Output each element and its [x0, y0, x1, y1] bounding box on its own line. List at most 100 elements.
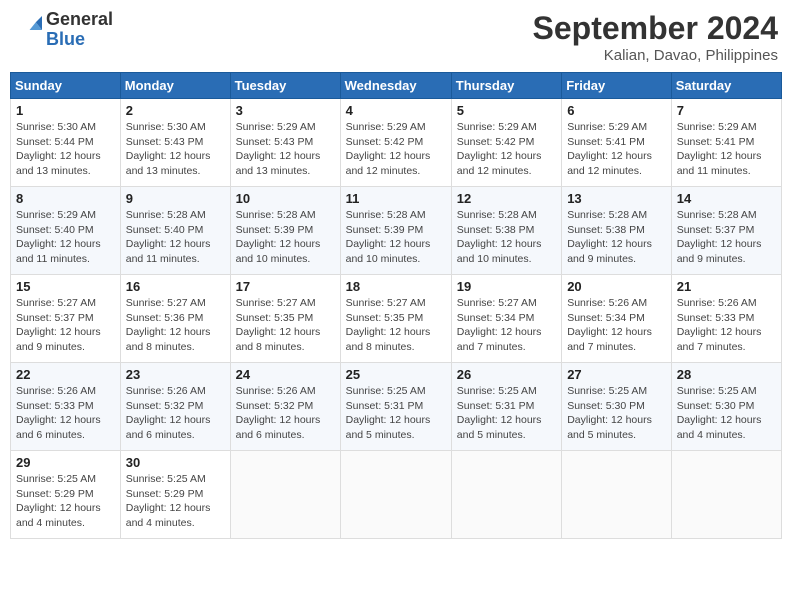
calendar-cell: 26 Sunrise: 5:25 AM Sunset: 5:31 PM Dayli… [451, 363, 561, 451]
calendar-cell: 12 Sunrise: 5:28 AM Sunset: 5:38 PM Dayli… [451, 187, 561, 275]
day-info: Sunrise: 5:26 AM Sunset: 5:32 PM Dayligh… [126, 384, 225, 443]
day-number: 11 [346, 191, 446, 206]
day-number: 10 [236, 191, 335, 206]
calendar-cell: 25 Sunrise: 5:25 AM Sunset: 5:31 PM Dayli… [340, 363, 451, 451]
calendar-cell [451, 451, 561, 539]
day-info: Sunrise: 5:25 AM Sunset: 5:29 PM Dayligh… [16, 472, 115, 531]
calendar-cell: 21 Sunrise: 5:26 AM Sunset: 5:33 PM Dayli… [671, 275, 781, 363]
day-info: Sunrise: 5:29 AM Sunset: 5:42 PM Dayligh… [457, 120, 556, 179]
calendar-cell: 30 Sunrise: 5:25 AM Sunset: 5:29 PM Dayli… [120, 451, 230, 539]
day-number: 30 [126, 455, 225, 470]
weekday-header: Tuesday [230, 73, 340, 99]
week-row: 15 Sunrise: 5:27 AM Sunset: 5:37 PM Dayli… [11, 275, 782, 363]
location: Kalian, Davao, Philippines [533, 47, 778, 64]
day-info: Sunrise: 5:27 AM Sunset: 5:35 PM Dayligh… [236, 296, 335, 355]
day-number: 4 [346, 103, 446, 118]
day-number: 26 [457, 367, 556, 382]
week-row: 22 Sunrise: 5:26 AM Sunset: 5:33 PM Dayli… [11, 363, 782, 451]
day-number: 5 [457, 103, 556, 118]
day-number: 6 [567, 103, 666, 118]
calendar-table: SundayMondayTuesdayWednesdayThursdayFrid… [10, 72, 782, 539]
day-info: Sunrise: 5:27 AM Sunset: 5:37 PM Dayligh… [16, 296, 115, 355]
calendar-cell: 9 Sunrise: 5:28 AM Sunset: 5:40 PM Daylig… [120, 187, 230, 275]
day-number: 17 [236, 279, 335, 294]
day-info: Sunrise: 5:27 AM Sunset: 5:36 PM Dayligh… [126, 296, 225, 355]
calendar-cell: 19Sunrise: 5:27 AM Sunset: 5:34 PM Dayli… [451, 275, 561, 363]
logo: General Blue [14, 10, 113, 50]
day-info: Sunrise: 5:29 AM Sunset: 5:41 PM Dayligh… [567, 120, 666, 179]
day-info: Sunrise: 5:25 AM Sunset: 5:31 PM Dayligh… [457, 384, 556, 443]
day-info: Sunrise: 5:29 AM Sunset: 5:41 PM Dayligh… [677, 120, 776, 179]
day-number: 7 [677, 103, 776, 118]
calendar-cell [562, 451, 672, 539]
calendar-cell [340, 451, 451, 539]
day-number: 18 [346, 279, 446, 294]
calendar-cell: 20 Sunrise: 5:26 AM Sunset: 5:34 PM Dayli… [562, 275, 672, 363]
calendar-cell: 28 Sunrise: 5:25 AM Sunset: 5:30 PM Dayli… [671, 363, 781, 451]
logo-blue: Blue [46, 29, 85, 49]
day-number: 8 [16, 191, 115, 206]
calendar-cell: 14Sunrise: 5:28 AM Sunset: 5:37 PM Dayli… [671, 187, 781, 275]
calendar-cell: 11Sunrise: 5:28 AM Sunset: 5:39 PM Dayli… [340, 187, 451, 275]
day-info: Sunrise: 5:28 AM Sunset: 5:37 PM Dayligh… [677, 208, 776, 267]
day-info: Sunrise: 5:26 AM Sunset: 5:33 PM Dayligh… [677, 296, 776, 355]
weekday-header: Sunday [11, 73, 121, 99]
day-number: 15 [16, 279, 115, 294]
day-number: 25 [346, 367, 446, 382]
day-info: Sunrise: 5:29 AM Sunset: 5:43 PM Dayligh… [236, 120, 335, 179]
day-info: Sunrise: 5:26 AM Sunset: 5:33 PM Dayligh… [16, 384, 115, 443]
day-info: Sunrise: 5:25 AM Sunset: 5:31 PM Dayligh… [346, 384, 446, 443]
day-number: 2 [126, 103, 225, 118]
day-info: Sunrise: 5:30 AM Sunset: 5:43 PM Dayligh… [126, 120, 225, 179]
day-info: Sunrise: 5:30 AM Sunset: 5:44 PM Dayligh… [16, 120, 115, 179]
calendar-cell: 1 Sunrise: 5:30 AM Sunset: 5:44 PM Daylig… [11, 99, 121, 187]
weekday-header: Saturday [671, 73, 781, 99]
day-number: 13 [567, 191, 666, 206]
day-info: Sunrise: 5:25 AM Sunset: 5:30 PM Dayligh… [677, 384, 776, 443]
day-number: 9 [126, 191, 225, 206]
calendar-cell: 29Sunrise: 5:25 AM Sunset: 5:29 PM Dayli… [11, 451, 121, 539]
calendar-cell: 5 Sunrise: 5:29 AM Sunset: 5:42 PM Daylig… [451, 99, 561, 187]
day-info: Sunrise: 5:26 AM Sunset: 5:34 PM Dayligh… [567, 296, 666, 355]
day-info: Sunrise: 5:25 AM Sunset: 5:29 PM Dayligh… [126, 472, 225, 531]
calendar-cell: 13 Sunrise: 5:28 AM Sunset: 5:38 PM Dayli… [562, 187, 672, 275]
calendar-cell [671, 451, 781, 539]
day-info: Sunrise: 5:28 AM Sunset: 5:40 PM Dayligh… [126, 208, 225, 267]
day-number: 12 [457, 191, 556, 206]
day-number: 19 [457, 279, 556, 294]
day-number: 1 [16, 103, 115, 118]
calendar-cell: 15 Sunrise: 5:27 AM Sunset: 5:37 PM Dayli… [11, 275, 121, 363]
weekday-header: Wednesday [340, 73, 451, 99]
calendar-cell: 3Sunrise: 5:29 AM Sunset: 5:43 PM Daylig… [230, 99, 340, 187]
day-info: Sunrise: 5:28 AM Sunset: 5:39 PM Dayligh… [236, 208, 335, 267]
calendar-cell [230, 451, 340, 539]
calendar-cell: 7 Sunrise: 5:29 AM Sunset: 5:41 PM Daylig… [671, 99, 781, 187]
week-row: 29Sunrise: 5:25 AM Sunset: 5:29 PM Dayli… [11, 451, 782, 539]
calendar-cell: 2 Sunrise: 5:30 AM Sunset: 5:43 PM Daylig… [120, 99, 230, 187]
logo-general: General [46, 9, 113, 29]
day-info: Sunrise: 5:29 AM Sunset: 5:40 PM Dayligh… [16, 208, 115, 267]
week-row: 8 Sunrise: 5:29 AM Sunset: 5:40 PM Daylig… [11, 187, 782, 275]
week-row: 1 Sunrise: 5:30 AM Sunset: 5:44 PM Daylig… [11, 99, 782, 187]
day-info: Sunrise: 5:26 AM Sunset: 5:32 PM Dayligh… [236, 384, 335, 443]
day-number: 22 [16, 367, 115, 382]
day-number: 21 [677, 279, 776, 294]
day-info: Sunrise: 5:29 AM Sunset: 5:42 PM Dayligh… [346, 120, 446, 179]
calendar-cell: 24 Sunrise: 5:26 AM Sunset: 5:32 PM Dayli… [230, 363, 340, 451]
calendar-cell: 22 Sunrise: 5:26 AM Sunset: 5:33 PM Dayli… [11, 363, 121, 451]
day-number: 23 [126, 367, 225, 382]
day-number: 28 [677, 367, 776, 382]
calendar-cell: 10 Sunrise: 5:28 AM Sunset: 5:39 PM Dayli… [230, 187, 340, 275]
month-title: September 2024 [533, 10, 778, 47]
calendar-cell: 18Sunrise: 5:27 AM Sunset: 5:35 PM Dayli… [340, 275, 451, 363]
day-info: Sunrise: 5:28 AM Sunset: 5:38 PM Dayligh… [457, 208, 556, 267]
weekday-header: Monday [120, 73, 230, 99]
logo-icon [14, 16, 42, 44]
calendar-cell: 6 Sunrise: 5:29 AM Sunset: 5:41 PM Daylig… [562, 99, 672, 187]
day-number: 24 [236, 367, 335, 382]
calendar-cell: 27Sunrise: 5:25 AM Sunset: 5:30 PM Dayli… [562, 363, 672, 451]
day-number: 20 [567, 279, 666, 294]
calendar-cell: 8 Sunrise: 5:29 AM Sunset: 5:40 PM Daylig… [11, 187, 121, 275]
day-info: Sunrise: 5:28 AM Sunset: 5:38 PM Dayligh… [567, 208, 666, 267]
day-number: 27 [567, 367, 666, 382]
